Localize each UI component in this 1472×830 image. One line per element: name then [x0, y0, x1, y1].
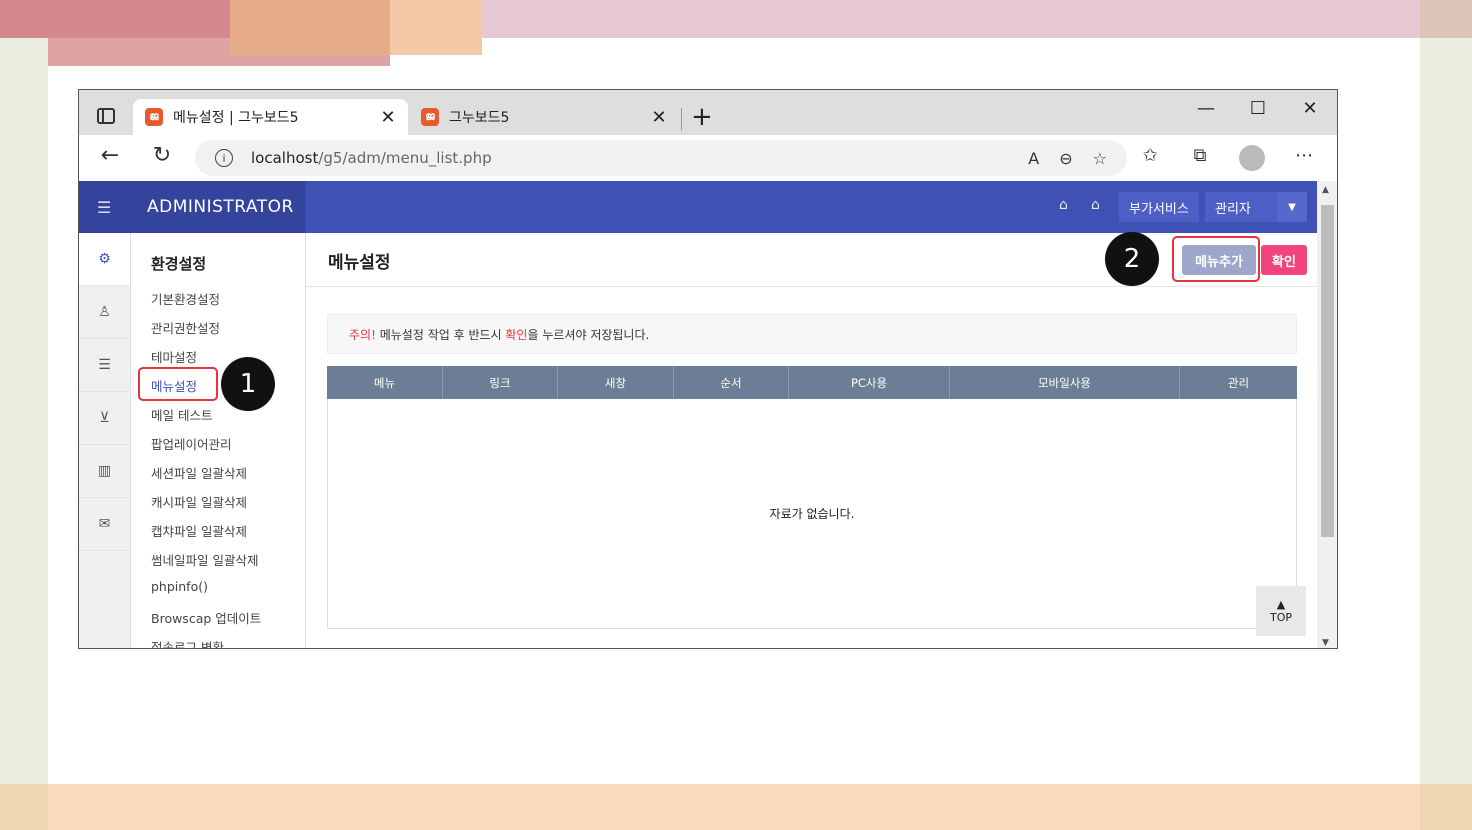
stats-icon[interactable]: ▥	[79, 445, 130, 498]
cart-icon[interactable]: ⊻	[79, 392, 130, 445]
sidebar-item-session-delete[interactable]: 세션파일 일괄삭제	[151, 463, 247, 482]
slide-decoration-right-top	[1420, 0, 1472, 38]
scroll-top-button[interactable]: ▲ TOP	[1256, 586, 1306, 636]
column-header-order: 순서	[674, 366, 789, 399]
page-title: 메뉴설정	[328, 253, 391, 273]
tab-title: 메뉴설정 | 그누보드5	[173, 110, 299, 126]
more-menu-icon[interactable]: ⋯	[1289, 145, 1319, 166]
gnuboard-favicon-icon: ജ	[421, 108, 439, 126]
column-header-link: 링크	[443, 366, 558, 399]
minimize-icon[interactable]: —	[1191, 98, 1221, 119]
chevron-down-icon[interactable]: ▼	[1277, 192, 1307, 222]
table-header: 메뉴 링크 새창 순서 PC사용 모바일사용 관리	[327, 366, 1297, 399]
column-header-mobile: 모바일사용	[950, 366, 1180, 399]
column-header-pc: PC사용	[789, 366, 950, 399]
confirm-button[interactable]: 확인	[1261, 245, 1307, 275]
sidebar-item-popup-layer[interactable]: 팝업레이어관리	[151, 434, 232, 453]
tab-bar: ജ 메뉴설정 | 그누보드5 ✕ ജ 그누보드5 ✕ + — ☐ ✕	[79, 90, 1337, 135]
scrollbar-thumb[interactable]	[1321, 205, 1334, 537]
table-body: 자료가 없습니다.	[327, 399, 1297, 629]
caret-up-icon: ▲	[1276, 598, 1286, 611]
new-tab-icon[interactable]: +	[691, 102, 713, 132]
sidebar-item-thumbnail-delete[interactable]: 썸네일파일 일괄삭제	[151, 550, 258, 569]
notice-middle: 메뉴설정 작업 후 반드시	[375, 327, 506, 342]
add-favorite-icon[interactable]: ☆	[1093, 149, 1107, 168]
brand-title[interactable]: ADMINISTRATOR	[147, 197, 294, 217]
tab-actions-icon[interactable]	[97, 108, 115, 124]
empty-message: 자료가 없습니다.	[769, 507, 855, 521]
brand-area: ☰ ADMINISTRATOR	[79, 181, 305, 233]
notice-highlight: 확인	[505, 327, 528, 342]
tab-menu-settings[interactable]: ജ 메뉴설정 | 그누보드5 ✕	[133, 99, 408, 135]
slide-decoration-left	[0, 38, 48, 830]
sidebar-item-cache-delete[interactable]: 캐시파일 일괄삭제	[151, 492, 247, 511]
scroll-down-icon[interactable]: ▼	[1322, 638, 1329, 648]
slide-decoration-right	[1420, 38, 1472, 830]
step-badge-1: 1	[221, 357, 275, 411]
sidebar-item-browscap[interactable]: Browscap 업데이트	[151, 608, 261, 627]
sidebar-item-captcha-delete[interactable]: 캡챠파일 일괄삭제	[151, 521, 247, 540]
scroll-up-icon[interactable]: ▲	[1322, 185, 1329, 195]
home-icon[interactable]: ⌂	[1091, 197, 1100, 213]
slide-decoration-bottom-right	[1420, 784, 1472, 830]
notice-box: 주의! 메뉴설정 작업 후 반드시 확인 을 누르셔야 저장됩니다.	[327, 314, 1297, 354]
gear-icon[interactable]: ⚙	[79, 233, 130, 286]
column-header-new-window: 새창	[558, 366, 674, 399]
divider	[306, 286, 1317, 287]
sidebar-item-log-convert[interactable]: 접속로그 변환	[151, 637, 224, 648]
address-bar: ← ↻ i localhost/g5/adm/menu_list.php A ⊖…	[79, 135, 1337, 181]
sidebar-item-phpinfo[interactable]: phpinfo()	[151, 579, 208, 594]
mail-icon[interactable]: ✉	[79, 498, 130, 551]
refresh-icon[interactable]: ↻	[147, 143, 177, 168]
window-close-icon[interactable]: ✕	[1295, 98, 1325, 119]
back-arrow-icon[interactable]: ←	[95, 143, 125, 168]
highlight-box-menu-settings	[138, 367, 218, 401]
services-button[interactable]: 부가서비스	[1119, 192, 1199, 222]
step-badge-2: 2	[1105, 232, 1159, 286]
sidebar-item-permissions[interactable]: 관리권한설정	[151, 318, 220, 337]
read-aloud-icon[interactable]: A	[1028, 149, 1039, 168]
url-field[interactable]: i localhost/g5/adm/menu_list.php A ⊖ ☆	[195, 140, 1127, 176]
menu-toggle-icon[interactable]: ☰	[97, 198, 111, 217]
shop-icon[interactable]: ⌂	[1059, 197, 1068, 213]
close-icon[interactable]: ✕	[376, 107, 400, 128]
sidebar-item-mail-test[interactable]: 메일 테스트	[151, 405, 212, 424]
notice-suffix: 을 누르셔야 저장됩니다.	[527, 327, 650, 342]
maximize-icon[interactable]: ☐	[1243, 98, 1273, 119]
notice-prefix: 주의!	[349, 327, 376, 342]
slide-decoration-red-block-dark	[0, 0, 230, 38]
admin-button[interactable]: 관리자	[1205, 192, 1277, 222]
list-icon[interactable]: ☰	[79, 339, 130, 392]
slide-decoration-bottom	[0, 784, 1472, 830]
favorites-icon[interactable]: ✩	[1135, 145, 1165, 166]
sidebar-item-theme[interactable]: 테마설정	[151, 347, 197, 366]
sidebar-section-title: 환경설정	[151, 255, 207, 273]
url-path: /g5/adm/menu_list.php	[318, 149, 492, 167]
tab-title: 그누보드5	[449, 110, 510, 126]
highlight-box-add-menu	[1172, 236, 1260, 282]
tab-gnuboard[interactable]: ജ 그누보드5 ✕	[409, 99, 679, 135]
tab-separator	[681, 108, 682, 130]
main-content: 메뉴설정 메뉴추가 확인 주의! 메뉴설정 작업 후 반드시 확인 을 누르셔야…	[306, 233, 1317, 648]
slide-decoration-orange-block-dark	[230, 0, 390, 55]
url-text: localhost/g5/adm/menu_list.php	[251, 149, 1028, 167]
column-header-manage: 관리	[1227, 375, 1250, 390]
zoom-out-icon[interactable]: ⊖	[1059, 149, 1072, 168]
sidebar-icon-rail: ⚙ ♙ ☰ ⊻ ▥ ✉	[79, 233, 131, 648]
gnuboard-favicon-icon: ജ	[145, 108, 163, 126]
collections-icon[interactable]: ⧉	[1185, 145, 1215, 166]
page-scrollbar[interactable]: ▲ ▼	[1317, 181, 1337, 648]
admin-header: ☰ ADMINISTRATOR ⌂ ⌂ 부가서비스 관리자 ▼	[79, 181, 1317, 233]
sidebar-item-basic-settings[interactable]: 기본환경설정	[151, 289, 220, 308]
sidebar-menu: 환경설정 기본환경설정 관리권한설정 테마설정 메뉴설정 메일 테스트 팝업레이…	[131, 233, 306, 648]
info-icon[interactable]: i	[215, 149, 233, 167]
user-icon[interactable]: ♙	[79, 286, 130, 339]
url-host: localhost	[251, 149, 319, 167]
column-header-menu: 메뉴	[327, 366, 443, 399]
slide-decoration-bottom-left	[0, 784, 48, 830]
profile-avatar[interactable]	[1239, 145, 1265, 171]
top-label: TOP	[1269, 611, 1292, 624]
close-icon[interactable]: ✕	[647, 107, 671, 128]
